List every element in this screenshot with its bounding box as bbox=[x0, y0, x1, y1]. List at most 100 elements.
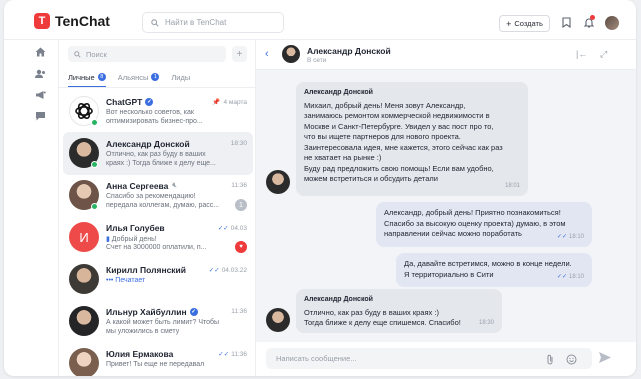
message-line: Буду рад предложить свою помощь! Если ва… bbox=[304, 163, 494, 173]
new-chat-button[interactable]: + bbox=[232, 46, 247, 62]
chat-item[interactable]: Ильнур Хайбуллин ✓ А какой может быть лим… bbox=[63, 300, 253, 343]
message-line: не хватает на рынке :) bbox=[304, 153, 382, 162]
home-icon[interactable] bbox=[35, 47, 46, 57]
read-check-icon: ✓✓ bbox=[556, 233, 567, 240]
chat-name: Кирилл Полянский bbox=[106, 265, 187, 275]
people-icon[interactable] bbox=[35, 69, 46, 79]
chat-time: 18:30 bbox=[230, 140, 247, 147]
chat-tabs: Личные 8 Альянсы 1 Лиды bbox=[68, 70, 202, 87]
sender-avatar[interactable] bbox=[266, 170, 290, 194]
chat-item[interactable]: Юлия Ермакова Привет! Ты еще не передава… bbox=[63, 342, 253, 376]
message-line: Спасибо за высокую оценку проекта) думаю… bbox=[384, 218, 566, 228]
message-line: Отлично, как раз буду в ваших краях :) bbox=[304, 307, 439, 317]
chat-preview-2: мы уложились в смету bbox=[106, 328, 180, 335]
tab-leads[interactable]: Лиды bbox=[171, 70, 190, 84]
attach-icon[interactable] bbox=[546, 354, 554, 365]
chat-name: ChatGPT ✓ bbox=[106, 97, 154, 107]
message-bubble-incoming[interactable]: Александр Донской Михаил, добрый день! М… bbox=[296, 82, 528, 196]
megaphone-icon[interactable] bbox=[35, 90, 46, 100]
read-check-icon: ✓✓ bbox=[218, 351, 230, 358]
chat-search-placeholder: Поиск bbox=[86, 49, 107, 59]
chat-search-input[interactable]: Поиск bbox=[68, 46, 226, 62]
tab-badge: 8 bbox=[97, 73, 106, 81]
tab-badge: 1 bbox=[151, 73, 160, 81]
unread-badge: 1 bbox=[235, 199, 247, 211]
global-search-input[interactable]: Найти в TenChat bbox=[142, 12, 284, 33]
conversation-header: ‹ Александр Донской В сети |← ⤢ bbox=[256, 40, 636, 70]
conversation-title[interactable]: Александр Донской bbox=[307, 46, 391, 56]
chat-preview: Привет! Ты еще не передавал bbox=[106, 361, 205, 368]
chat-name: Юлия Ермакова bbox=[106, 349, 174, 359]
chat-preview-2: краях :) Тогда ближе к делу еще... bbox=[106, 160, 216, 167]
tab-label: Личные bbox=[68, 72, 95, 82]
collapse-panel-icon[interactable]: |← bbox=[576, 49, 587, 59]
message-line: можем встретиться и обсудить детали bbox=[304, 174, 438, 183]
contact-avatar bbox=[69, 264, 99, 294]
plus-icon: + bbox=[506, 18, 512, 29]
message-line: Михаил, добрый день! Меня зовут Александ… bbox=[304, 100, 466, 110]
verified-icon: ✓ bbox=[189, 308, 198, 316]
tab-label: Лиды bbox=[171, 72, 191, 82]
pin-icon: 📌 bbox=[212, 99, 221, 106]
conversation-avatar[interactable] bbox=[282, 45, 300, 63]
send-icon[interactable] bbox=[598, 351, 612, 364]
read-check-icon: ✓✓ bbox=[217, 225, 229, 232]
chat-icon[interactable] bbox=[35, 111, 46, 121]
chat-preview-2: передала коллегам, думаю, расс... bbox=[106, 202, 220, 209]
sender-avatar[interactable] bbox=[266, 308, 290, 332]
emoji-icon[interactable] bbox=[566, 354, 577, 365]
chat-time: 11:36 bbox=[231, 182, 247, 189]
chat-preview-2: оптимизировать бизнес-про... bbox=[106, 118, 203, 125]
bookmark-icon[interactable] bbox=[562, 17, 571, 28]
chat-time: ✓✓ 04.03.22 bbox=[208, 266, 247, 275]
message-line: Москве и Санкт-Петербурге. Увидел у вас … bbox=[304, 121, 494, 131]
online-indicator bbox=[91, 161, 98, 168]
message-bubble-outgoing[interactable]: Да, давайте встретимся, можно в конце не… bbox=[396, 253, 592, 287]
message-time: 18:30 bbox=[478, 319, 494, 326]
verified-icon: ✓ bbox=[145, 98, 154, 106]
heart-icon: ♥ bbox=[235, 241, 247, 253]
message-line: Заинтересовала идея, мне кажется, этого … bbox=[304, 142, 503, 152]
tab-personal[interactable]: Личные 8 bbox=[68, 70, 106, 87]
contact-avatar bbox=[69, 306, 99, 336]
message-list[interactable]: Александр Донской Михаил, добрый день! М… bbox=[256, 70, 636, 342]
chat-name: Ильнур Хайбуллин ✓ bbox=[106, 307, 198, 317]
contact-avatar-initial: И bbox=[69, 222, 99, 252]
chat-list-panel: Поиск + Личные 8 Альянсы 1 Лиды ChatGPT ✓ bbox=[58, 40, 257, 376]
back-chevron-icon[interactable]: ‹ bbox=[265, 48, 269, 60]
chat-time: ✓✓ 11:36 bbox=[218, 350, 247, 359]
expand-icon[interactable]: ⤢ bbox=[600, 49, 607, 60]
mute-icon: 🔇︎ bbox=[172, 182, 177, 189]
tab-alliances[interactable]: Альянсы 1 bbox=[118, 70, 160, 84]
logo-mark: T bbox=[34, 13, 50, 29]
create-label: Создать bbox=[514, 19, 543, 28]
chat-preview: А какой может быть лимит? Чтобы bbox=[106, 319, 220, 326]
chat-preview-2: Счет на 3000000 оплатили, п... bbox=[106, 244, 207, 251]
message-bubble-outgoing[interactable]: Александр, добрый день! Приятно познаком… bbox=[376, 202, 592, 247]
chat-preview: Вот несколько советов, как bbox=[106, 109, 194, 116]
message-input[interactable]: Написать сообщение... bbox=[266, 348, 592, 369]
chat-item[interactable]: Кирилл Полянский ••• Печатает ✓✓ 04.03.22 bbox=[63, 258, 253, 301]
typing-indicator: ••• Печатает bbox=[106, 277, 146, 284]
chat-preview: Отлично, как раз буду в ваших bbox=[106, 151, 206, 158]
online-indicator bbox=[91, 203, 98, 210]
message-author: Александр Донской bbox=[304, 89, 373, 96]
chat-item-active[interactable]: Александр Донской Отлично, как раз буду … bbox=[63, 132, 253, 175]
chat-item-chatgpt[interactable]: ChatGPT ✓ Вот несколько советов, как опти… bbox=[63, 90, 253, 133]
logo[interactable]: T TenChat bbox=[34, 13, 110, 29]
chat-preview: Спасибо за рекомендацию! bbox=[106, 193, 196, 200]
message-bubble-incoming[interactable]: Александр Донской Отлично, как раз буду … bbox=[296, 289, 502, 333]
message-line: что вы ищете партнеров для нового проект… bbox=[304, 132, 461, 141]
create-button[interactable]: + Создать bbox=[499, 15, 550, 32]
chat-time: ✓✓ 04.03 bbox=[217, 224, 247, 233]
chat-item[interactable]: И Илья Голубев ▮ Добрый день! Счет на 30… bbox=[63, 216, 253, 259]
logo-text: TenChat bbox=[55, 13, 110, 29]
chat-name: Анна Сергеева 🔇︎ bbox=[106, 181, 177, 191]
chat-item[interactable]: Анна Сергеева 🔇︎ Спасибо за рекомендацию!… bbox=[63, 174, 253, 217]
chat-time: 11:36 bbox=[231, 308, 247, 315]
user-avatar[interactable] bbox=[605, 16, 619, 30]
chat-name: Илья Голубев bbox=[106, 223, 165, 233]
online-indicator bbox=[91, 119, 98, 126]
composer: Написать сообщение... bbox=[256, 342, 636, 376]
read-check-icon: ✓✓ bbox=[556, 273, 567, 280]
